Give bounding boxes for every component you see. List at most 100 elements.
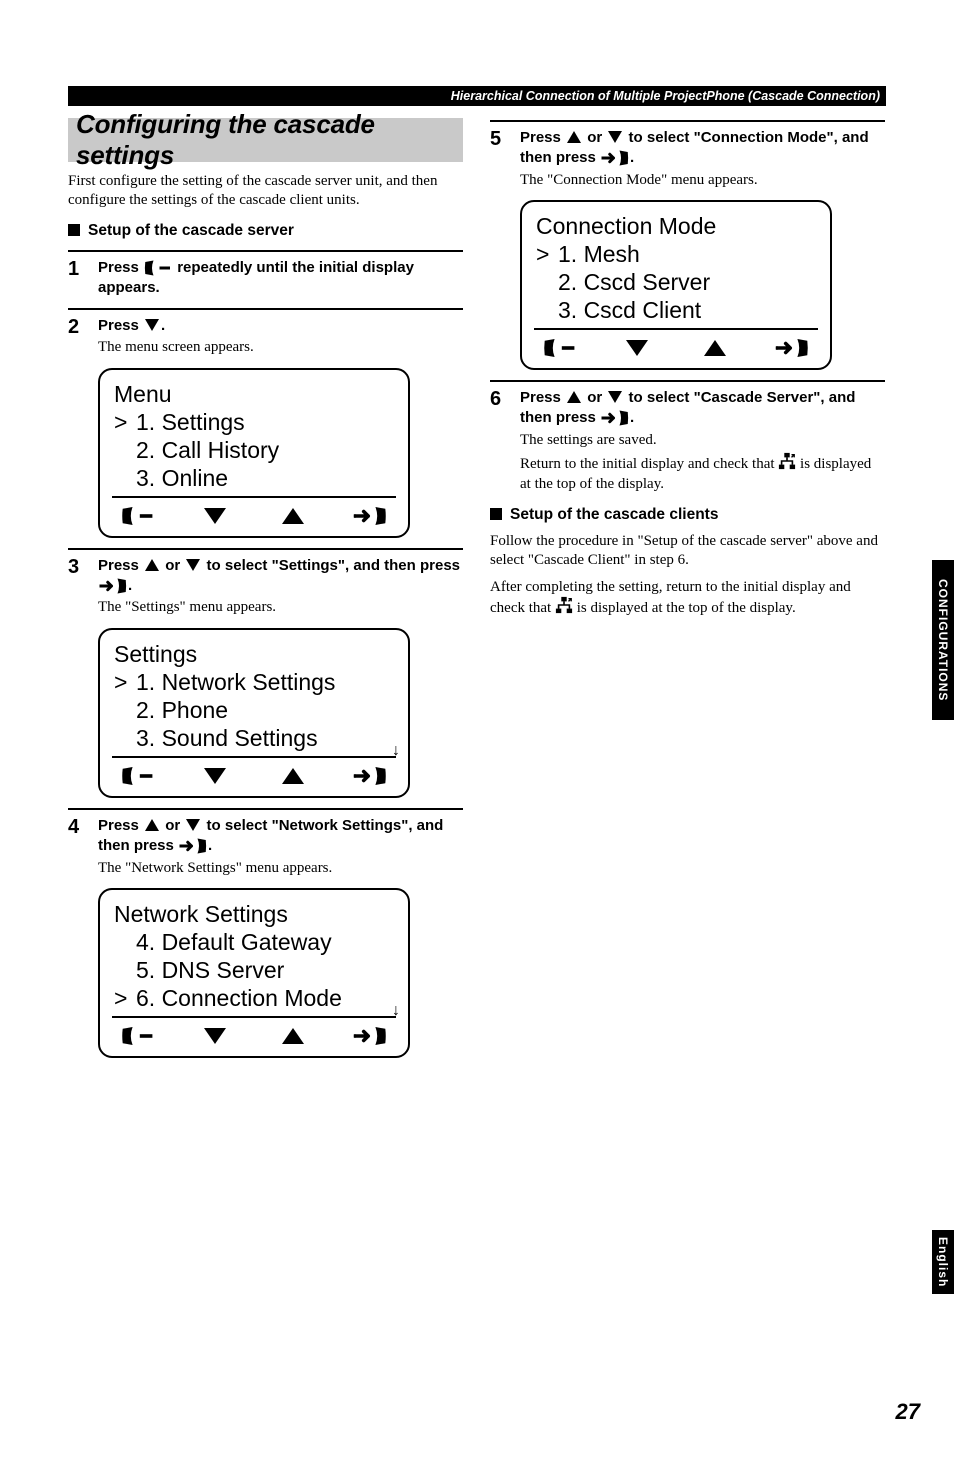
softkey-enter-icon [350,764,390,788]
lcd-softkey-row [114,764,394,788]
handset-back-icon [143,259,173,277]
lcd-screen-network: Network Settings 4. Default Gateway 5. D… [98,888,410,1058]
handset-enter-icon [600,149,630,167]
clients-paragraph-2: After completing the setting, return to … [490,578,885,619]
lcd-title: Settings [114,640,394,668]
step-divider [68,308,463,310]
t: or [161,817,184,834]
down-arrow-icon [186,819,200,831]
softkey-enter-icon [350,1024,390,1048]
step-6: 6 Press or to select "Cascade Server", a… [490,388,885,494]
step-1: 1 Press repeatedly until the initial dis… [68,258,463,299]
step-4: 4 Press or to select "Network Settings",… [68,816,463,878]
lcd-item: 1. Network Settings [136,668,335,696]
step-number: 4 [68,816,98,838]
step-number: 3 [68,556,98,578]
lcd-item: 3. Cscd Client [558,296,701,324]
softkey-down-icon [195,764,235,788]
lcd-cursor: > [536,240,558,268]
lcd-item: 4. Default Gateway [136,928,332,956]
step-instruction: Press . [98,316,463,336]
step-divider [68,250,463,252]
lcd-item: 1. Mesh [558,240,640,268]
lcd-item: 1. Settings [136,408,245,436]
t: or [583,389,606,406]
step-number: 2 [68,316,98,338]
right-column: 5 Press or to select "Connection Mode", … [490,110,885,626]
lcd-item: 2. Cscd Server [558,268,710,296]
side-tab-configurations: CONFIGURATIONS [932,560,954,720]
down-arrow-icon [145,319,159,331]
softkey-back-icon [118,1024,158,1048]
step-body: The "Settings" menu appears. [98,598,463,618]
headline-band: Configuring the cascade settings [68,118,463,162]
step-5: 5 Press or to select "Connection Mode", … [490,128,885,190]
softkey-back-icon [118,504,158,528]
step-instruction: Press or to select "Connection Mode", an… [520,128,885,169]
lcd-item: 3. Online [136,464,228,492]
side-tab-label: English [936,1237,950,1287]
softkey-up-icon [695,336,735,360]
left-column: Configuring the cascade settings First c… [68,118,463,1064]
softkey-enter-icon [350,504,390,528]
step-number: 1 [68,258,98,280]
t: Return to the initial display and check … [520,456,778,472]
lcd-softkey-row [114,504,394,528]
clients-paragraph-1: Follow the procedure in "Setup of the ca… [490,532,885,570]
lcd-screen-menu: Menu >1. Settings 2. Call History 3. Onl… [98,368,410,538]
step-divider [68,548,463,550]
t: is displayed at the top of the display. [573,600,796,616]
step-instruction: Press repeatedly until the initial displ… [98,258,463,299]
step-instruction: Press or to select "Cascade Server", and… [520,388,885,429]
down-arrow-icon [608,131,622,143]
softkey-up-icon [273,1024,313,1048]
lcd-divider [112,496,396,498]
lcd-title: Connection Mode [536,212,816,240]
step-body: Return to the initial display and check … [520,452,885,494]
t: Press [98,557,143,574]
lcd-cursor: > [114,984,136,1012]
square-bullet-icon [490,508,502,520]
t: or [583,129,606,146]
t: . [630,409,634,426]
lcd-scroll-down-icon: ↓ [392,741,400,761]
lcd-softkey-row [536,336,816,360]
step-body: The "Network Settings" menu appears. [98,859,463,879]
t: . [630,149,634,166]
up-arrow-icon [567,131,581,143]
t: Press [98,259,143,276]
handset-enter-icon [178,837,208,855]
lcd-divider [112,756,396,758]
side-tab-label: CONFIGURATIONS [936,579,950,701]
lcd-scroll-down-icon: ↓ [392,1001,400,1021]
lcd-item: 6. Connection Mode [136,984,342,1012]
network-icon [778,452,796,470]
handset-enter-icon [600,409,630,427]
lcd-screen-connection: Connection Mode >1. Mesh 2. Cscd Server … [520,200,832,370]
lcd-divider [534,328,818,330]
page-number: 27 [896,1399,920,1425]
subhead-clients: Setup of the cascade clients [490,506,885,524]
step-body: The menu screen appears. [98,338,463,358]
subhead-server-text: Setup of the cascade server [88,222,294,239]
network-icon [555,596,573,614]
lcd-softkey-row [114,1024,394,1048]
step-number: 5 [490,128,520,150]
lcd-item: 2. Phone [136,696,228,724]
up-arrow-icon [567,391,581,403]
t: or [161,557,184,574]
step-divider [490,120,885,122]
t: . [128,577,132,594]
step-instruction: Press or to select "Settings", and then … [98,556,463,597]
section-header-text: Hierarchical Connection of Multiple Proj… [451,89,880,103]
up-arrow-icon [145,559,159,571]
softkey-down-icon [195,504,235,528]
intro-paragraph: First configure the setting of the casca… [68,172,463,210]
lcd-title: Menu [114,380,394,408]
lcd-item: 3. Sound Settings [136,724,318,752]
t: . [161,317,165,334]
step-number: 6 [490,388,520,410]
softkey-enter-icon [772,336,812,360]
softkey-back-icon [540,336,580,360]
softkey-up-icon [273,504,313,528]
